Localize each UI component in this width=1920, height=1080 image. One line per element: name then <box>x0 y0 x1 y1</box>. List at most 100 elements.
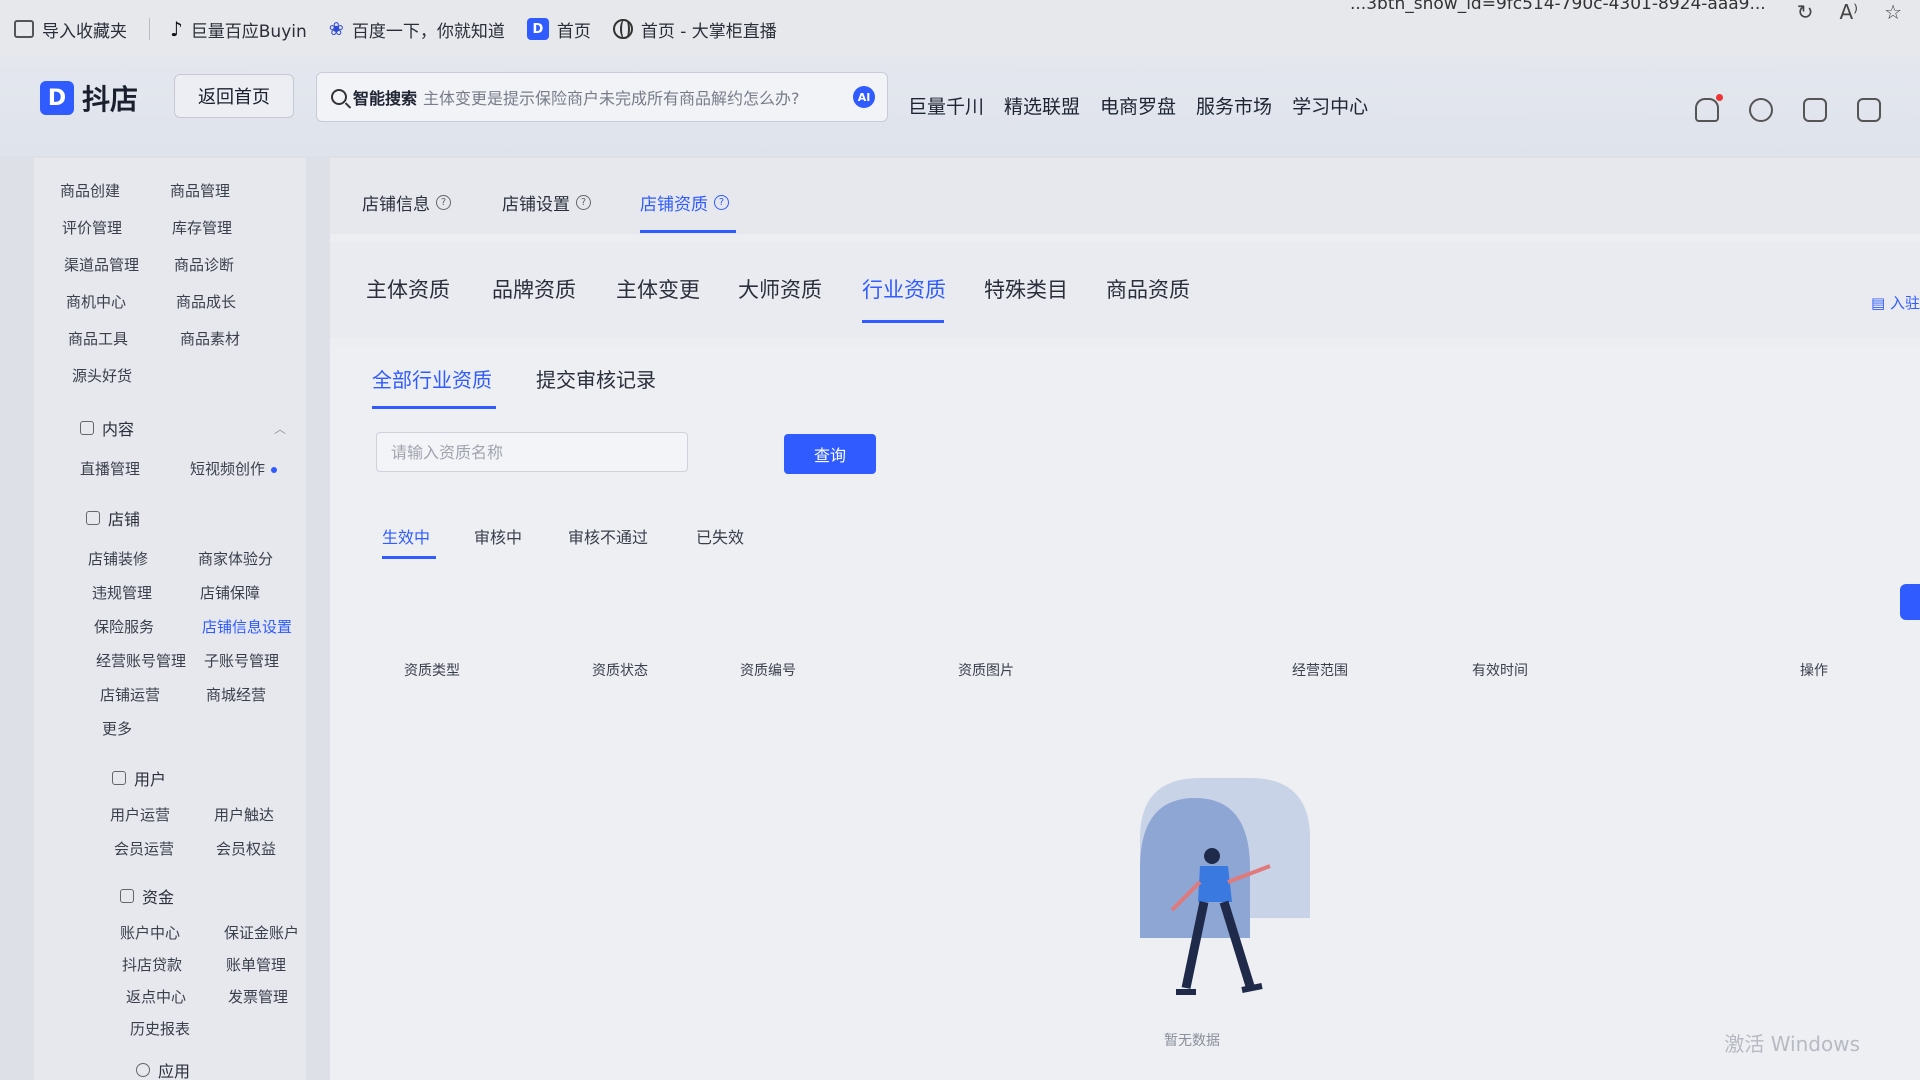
sidebar-item[interactable]: 渠道品管理 <box>64 254 139 275</box>
shop-group-icon <box>86 511 100 525</box>
sidebar-item[interactable]: 用户运营 <box>110 804 170 825</box>
bookmark-buyin[interactable]: ♪ 巨量百应Buyin <box>170 17 307 42</box>
tab-goods-qualification[interactable]: 商品资质 <box>1106 274 1190 304</box>
table-header-status: 资质状态 <box>592 663 648 679</box>
refresh-icon[interactable]: ↻ <box>1797 0 1814 24</box>
tab-shop-info[interactable]: 店铺信息 ? <box>362 190 451 215</box>
tab-master-qualification[interactable]: 大师资质 <box>738 274 822 304</box>
info-icon: ? <box>436 195 451 210</box>
shop-icon[interactable] <box>1857 98 1881 122</box>
sidebar-item[interactable]: 账单管理 <box>226 954 286 975</box>
sidebar-group-fund[interactable]: 资金 <box>120 884 174 908</box>
sidebar-item[interactable]: 店铺装修 <box>88 548 148 569</box>
table-header-type: 资质类型 <box>404 663 460 679</box>
sidebar-item[interactable]: 违规管理 <box>92 582 152 603</box>
tab-shop-settings[interactable]: 店铺设置 ? <box>502 190 591 215</box>
sidebar-item[interactable]: 发票管理 <box>228 986 288 1007</box>
sidebar-group-user[interactable]: 用户 <box>112 766 166 790</box>
sidebar-item[interactable]: 店铺运营 <box>100 684 160 705</box>
browser-icons: ↻ A⁾ ☆ <box>1797 0 1902 24</box>
sidebar-item[interactable]: 账户中心 <box>120 922 180 943</box>
sidebar-item[interactable]: 源头好货 <box>72 365 132 386</box>
tab-industry-qualification[interactable]: 行业资质 <box>862 274 946 304</box>
sidebar-item[interactable]: 直播管理 <box>80 458 140 479</box>
table-header-scope: 经营范围 <box>1292 663 1348 679</box>
sidebar: 商品创建 商品管理 评价管理 库存管理 渠道品管理 商品诊断 商机中心 商品成长… <box>34 158 306 1080</box>
tab-special-category[interactable]: 特殊类目 <box>984 274 1068 304</box>
logo-icon: D <box>40 81 74 115</box>
bookmark-dazhanggui[interactable]: 首页 - 大掌柜直播 <box>612 17 777 42</box>
bell-icon[interactable] <box>1695 94 1723 122</box>
sidebar-item[interactable]: 商品诊断 <box>174 254 234 275</box>
logo[interactable]: D 抖店 <box>40 78 138 118</box>
download-icon[interactable] <box>1803 98 1827 122</box>
sidebar-item[interactable]: 商机中心 <box>66 291 126 312</box>
status-tab-rejected[interactable]: 审核不通过 <box>568 524 648 548</box>
sidebar-item[interactable]: 抖店贷款 <box>122 954 182 975</box>
sidebar-item[interactable]: 子账号管理 <box>204 650 279 671</box>
sidebar-item[interactable]: 商品创建 <box>60 180 120 201</box>
status-tab-expired[interactable]: 已失效 <box>696 524 744 548</box>
app-header: D 抖店 返回首页 智能搜索 主体变更是提示保险商户未完成所有商品解约怎么办? … <box>0 58 1920 156</box>
nav-lianmeng[interactable]: 精选联盟 <box>1004 92 1080 119</box>
sidebar-item[interactable]: 商家体验分 <box>198 548 273 569</box>
tab-subject-change[interactable]: 主体变更 <box>616 274 700 304</box>
search-label: 智能搜索 <box>353 89 418 108</box>
favorite-star-icon[interactable]: ☆ <box>1884 0 1902 24</box>
sidebar-item[interactable]: 商品成长 <box>176 291 236 312</box>
sidebar-group-app[interactable]: 应用 <box>136 1058 190 1080</box>
sidebar-item[interactable]: 商品工具 <box>68 328 128 349</box>
sidebar-item-short-video[interactable]: 短视频创作 <box>190 458 278 479</box>
new-dot <box>271 466 278 473</box>
query-button[interactable]: 查询 <box>784 434 876 474</box>
nav-service-market[interactable]: 服务市场 <box>1196 92 1272 119</box>
nav-qianchuan[interactable]: 巨量千川 <box>908 92 984 119</box>
entry-link[interactable]: ▤ 入驻 <box>1871 292 1920 313</box>
sidebar-item[interactable]: 商品素材 <box>180 328 240 349</box>
table-header-image: 资质图片 <box>958 663 1014 679</box>
sidebar-item[interactable]: 用户触达 <box>214 804 274 825</box>
read-aloud-icon[interactable]: A⁾ <box>1839 0 1858 24</box>
sidebar-item[interactable]: 历史报表 <box>130 1018 190 1039</box>
fund-icon <box>120 889 134 903</box>
tab-subject-qualification[interactable]: 主体资质 <box>366 274 450 304</box>
bookmark-doudian[interactable]: D 首页 <box>526 17 591 42</box>
sidebar-item[interactable]: 商品管理 <box>170 180 230 201</box>
sidebar-item[interactable]: 保证金账户 <box>224 922 299 943</box>
sidebar-item[interactable]: 评价管理 <box>62 217 122 238</box>
sidebar-item[interactable]: 库存管理 <box>172 217 232 238</box>
status-tab-indicator <box>382 556 436 559</box>
nav-luopan[interactable]: 电商罗盘 <box>1100 92 1176 119</box>
tab-shop-qualification[interactable]: 店铺资质 ? <box>640 190 729 215</box>
floating-side-button[interactable] <box>1900 584 1920 620</box>
status-tab-active[interactable]: 生效中 <box>382 524 430 548</box>
sidebar-group-content[interactable]: 内容 ︿ <box>80 416 300 440</box>
qualification-name-input[interactable] <box>376 432 688 472</box>
info-icon: ? <box>576 195 591 210</box>
import-icon <box>14 20 34 38</box>
back-home-button[interactable]: 返回首页 <box>174 74 294 118</box>
sidebar-item[interactable]: 会员权益 <box>216 838 276 859</box>
baidu-paw-icon: ❀ <box>328 18 344 40</box>
bookmark-baidu[interactable]: ❀ 百度一下，你就知道 <box>329 17 505 42</box>
sidebar-group-shop[interactable]: 店铺 <box>86 506 300 530</box>
tab-all-industry-qualification[interactable]: 全部行业资质 <box>372 364 492 393</box>
sidebar-item[interactable]: 会员运营 <box>114 838 174 859</box>
tab-review-records[interactable]: 提交审核记录 <box>536 364 656 393</box>
bookmark-import[interactable]: 导入收藏夹 <box>14 17 127 42</box>
status-tab-reviewing[interactable]: 审核中 <box>474 524 522 548</box>
sidebar-item[interactable]: 返点中心 <box>126 986 186 1007</box>
ai-icon[interactable]: AI <box>853 86 875 108</box>
main-content: 店铺信息 ? 店铺设置 ? 店铺资质 ? 主体资质 品牌资质 主体变更 大师资质… <box>330 158 1920 1080</box>
sidebar-item[interactable]: 保险服务 <box>94 616 154 637</box>
sidebar-item-more[interactable]: 更多 <box>102 718 132 739</box>
sidebar-item[interactable]: 经营账号管理 <box>96 650 186 671</box>
help-icon[interactable] <box>1749 98 1773 122</box>
table-header-valid-time: 有效时间 <box>1472 663 1528 679</box>
sidebar-item-shop-info-settings[interactable]: 店铺信息设置 <box>202 616 292 637</box>
tab-brand-qualification[interactable]: 品牌资质 <box>492 274 576 304</box>
nav-learning-center[interactable]: 学习中心 <box>1292 92 1368 119</box>
smart-search-input[interactable]: 智能搜索 主体变更是提示保险商户未完成所有商品解约怎么办? AI <box>316 72 888 122</box>
sidebar-item[interactable]: 商城经营 <box>206 684 266 705</box>
sidebar-item[interactable]: 店铺保障 <box>200 582 260 603</box>
